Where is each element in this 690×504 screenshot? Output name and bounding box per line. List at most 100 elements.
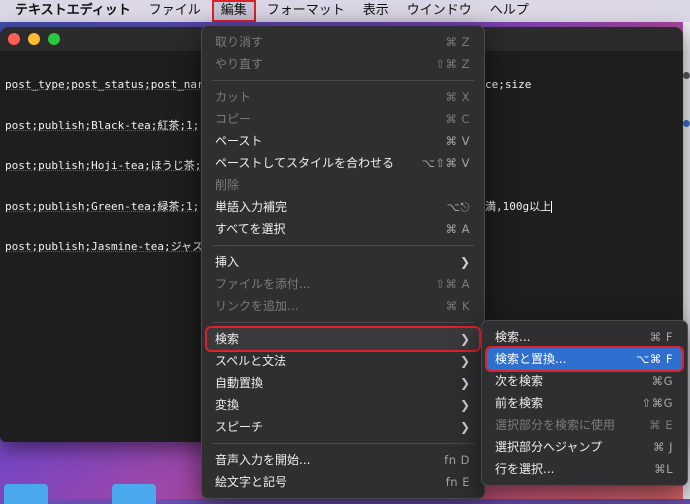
document-line: post;publish;Green-tea;緑茶;1; — [5, 199, 200, 213]
document-line: post_type;post_status;post_nar — [5, 78, 204, 91]
chevron-right-icon: ❯ — [459, 332, 470, 346]
shortcut-label: ⇧⌘ A — [435, 277, 470, 291]
edit_menu-item-label: すべてを選択 — [215, 222, 286, 236]
chevron-right-icon: ❯ — [459, 354, 470, 368]
edit_menu-item-label: 検索 — [215, 332, 240, 346]
find_menu-item-label: 選択部分へジャンプ — [495, 440, 603, 454]
edit_menu-item[interactable]: 単語入力補完 ⌥⎋ — [202, 196, 484, 218]
edit_menu-item-label: スペルと文法 — [215, 354, 287, 368]
chevron-right-icon: ❯ — [459, 376, 470, 390]
shortcut-label: ⌘G — [651, 374, 673, 388]
edit_menu-item-label: ファイルを添付... — [215, 277, 311, 291]
close-button[interactable] — [8, 33, 20, 45]
shortcut-label: ⌘ X — [445, 90, 470, 104]
menu-separator — [212, 322, 474, 323]
text-caret — [551, 200, 553, 213]
find_menu-item-label: 次を検索 — [495, 374, 544, 388]
menu-help[interactable]: ヘルプ — [481, 0, 538, 22]
chevron-right-icon: ❯ — [459, 398, 470, 412]
edit_menu-item-label: 単語入力補完 — [215, 200, 288, 214]
edit-menu: 取り消す ⌘ Z やり直す ⇧⌘ Z カット ⌘ X コピー ⌘ C ペースト ⌘ V ペーストして… — [201, 25, 485, 499]
find_menu-item-label: 検索と置換... — [495, 352, 567, 366]
shortcut-label: ⌥⇧⌘ V — [421, 156, 470, 170]
find_menu-item-label: 行を選択... — [495, 462, 555, 476]
edit_menu-item[interactable]: すべてを選択 ⌘ A — [202, 218, 484, 240]
menu-bar: テキストエディット ファイル 編集 フォーマット 表示 ウインドウ ヘルプ — [0, 0, 690, 22]
edit_menu-item[interactable]: 音声入力を開始... fn D — [202, 449, 484, 471]
edit_menu-item[interactable]: 絵文字と記号 fn E — [202, 471, 484, 493]
edit_menu-item-label: 音声入力を開始... — [215, 453, 311, 467]
edit_menu-item-label: やり直す — [215, 57, 264, 71]
shortcut-label: ⌥⌘ F — [635, 352, 673, 366]
menu-separator — [212, 245, 474, 246]
document-text[interactable]: post_type;post_status;post_nar post;publ… — [5, 51, 204, 281]
edit_menu-item-label: スピーチ — [215, 420, 264, 434]
menu-view[interactable]: 表示 — [354, 0, 398, 22]
edit_menu-item-label: 自動置換 — [215, 376, 264, 390]
find-submenu: 検索... ⌘ F 検索と置換... ⌥⌘ F 次を検索 ⌘G 前を検索 ⇧⌘G 選択部分を検索… — [481, 320, 688, 486]
find_menu-item[interactable]: 検索... ⌘ F — [482, 326, 687, 348]
document-line: post;publish;Hoji-tea;ほうじ茶; — [5, 159, 202, 172]
menu-separator — [212, 80, 474, 81]
chevron-right-icon: ❯ — [459, 255, 470, 269]
shortcut-label: ⌘ Z — [445, 35, 470, 49]
edit_menu-item: 取り消す ⌘ Z — [202, 31, 484, 53]
menu-edit[interactable]: 編集 — [211, 0, 256, 22]
edit_menu-item-label: 挿入 — [215, 255, 240, 269]
document-text-right[interactable]: ce;size 満,100g以上 — [485, 51, 553, 240]
find_menu-item-label: 検索... — [495, 330, 531, 344]
chevron-right-icon: ❯ — [459, 420, 470, 434]
folder-icon[interactable] — [112, 484, 156, 504]
shortcut-label: ⌘ K — [445, 299, 470, 313]
shortcut-label: ⌘ V — [445, 134, 470, 148]
shortcut-label: fn E — [445, 475, 470, 489]
shortcut-label: ⌘L — [654, 462, 673, 476]
find_menu-item[interactable]: 行を選択... ⌘L — [482, 458, 687, 480]
edit_menu-item[interactable]: 自動置換 ❯ — [202, 372, 484, 394]
find_menu-item[interactable]: 次を検索 ⌘G — [482, 370, 687, 392]
edit_menu-item-label: 変換 — [215, 398, 240, 412]
edit_menu-item-label: 絵文字と記号 — [215, 475, 288, 489]
edit_menu-item[interactable]: 検索 ❯ — [205, 326, 481, 352]
edit_menu-item[interactable]: スペルと文法 ❯ — [202, 350, 484, 372]
folder-icon[interactable] — [4, 484, 48, 504]
shortcut-label: ⌘ C — [445, 112, 470, 126]
menu-window[interactable]: ウインドウ — [398, 0, 481, 22]
shortcut-label: ⌘ E — [649, 418, 673, 432]
edit_menu-item[interactable]: 変換 ❯ — [202, 394, 484, 416]
edit_menu-item-label: ペースト — [215, 134, 263, 148]
edit_menu-item: カット ⌘ X — [202, 86, 484, 108]
find_menu-item[interactable]: 前を検索 ⇧⌘G — [482, 392, 687, 414]
edge-icon — [683, 72, 690, 79]
shortcut-label: ⌘ J — [652, 440, 673, 454]
edit_menu-item: リンクを追加... ⌘ K — [202, 295, 484, 317]
menu-format[interactable]: フォーマット — [258, 0, 354, 22]
find_menu-item-label: 選択部分を検索に使用 — [495, 418, 616, 432]
document-line: 満,100g以上 — [485, 199, 553, 213]
find_menu-item[interactable]: 検索と置換... ⌥⌘ F — [485, 346, 684, 372]
edit_menu-item-label: コピー — [215, 112, 252, 126]
menu-app-name[interactable]: テキストエディット — [0, 0, 140, 22]
find_menu-item: 選択部分を検索に使用 ⌘ E — [482, 414, 687, 436]
edit_menu-item[interactable]: ペーストしてスタイルを合わせる ⌥⇧⌘ V — [202, 152, 484, 174]
edit_menu-item-label: リンクを追加... — [215, 299, 299, 313]
minimize-button[interactable] — [28, 33, 40, 45]
edge-icon — [683, 120, 690, 127]
shortcut-label: ⌘ F — [649, 330, 673, 344]
zoom-button[interactable] — [48, 33, 60, 45]
edit_menu-item-label: ペーストしてスタイルを合わせる — [215, 156, 395, 170]
edit_menu-item[interactable]: ペースト ⌘ V — [202, 130, 484, 152]
shortcut-label: ⇧⌘G — [641, 396, 673, 410]
menu-file[interactable]: ファイル — [140, 0, 210, 22]
edit_menu-item-label: 取り消す — [215, 35, 264, 49]
edit_menu-item[interactable]: 挿入 ❯ — [202, 251, 484, 273]
shortcut-label: ⌥⎋ — [446, 200, 470, 214]
edit_menu-item-label: カット — [215, 90, 252, 104]
find_menu-item-label: 前を検索 — [495, 396, 544, 410]
document-line: post;publish;Jasmine-tea;ジャス — [5, 240, 204, 253]
shortcut-label: ⌘ A — [445, 222, 470, 236]
find_menu-item[interactable]: 選択部分へジャンプ ⌘ J — [482, 436, 687, 458]
edit_menu-item[interactable]: スピーチ ❯ — [202, 416, 484, 438]
